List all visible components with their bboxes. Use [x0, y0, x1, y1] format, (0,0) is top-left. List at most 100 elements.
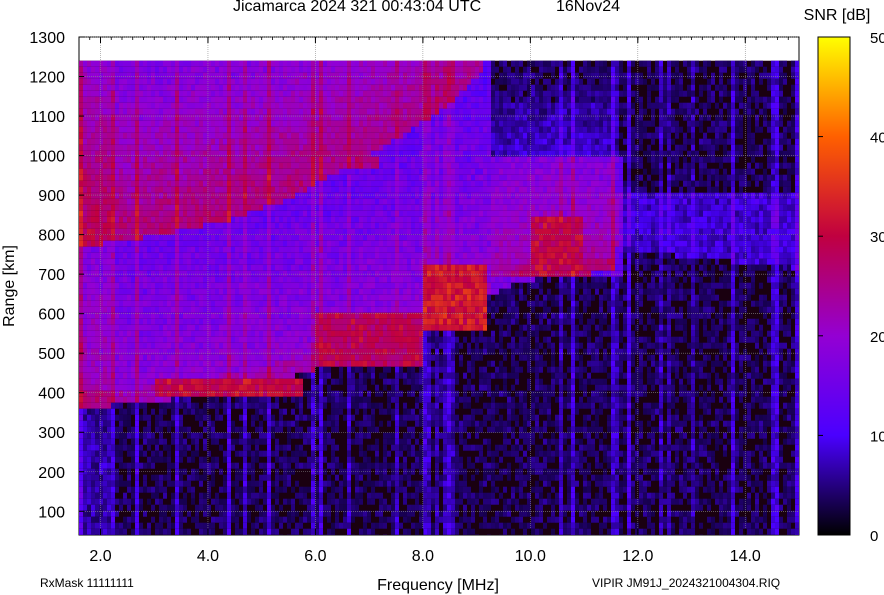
heatmap-cell [131, 354, 135, 361]
heatmap-cell [291, 132, 295, 139]
heatmap-cell [247, 444, 251, 451]
heatmap-cell [91, 336, 95, 343]
heatmap-cell [103, 282, 107, 289]
heatmap-cell [179, 336, 183, 343]
heatmap-cell [119, 294, 123, 301]
heatmap-cell [83, 324, 87, 331]
heatmap-cell [207, 138, 211, 145]
heatmap-cell [251, 456, 255, 463]
heatmap-cell [183, 480, 187, 487]
heatmap-cell [335, 264, 339, 271]
heatmap-cell [283, 378, 287, 385]
heatmap-cell [335, 498, 339, 505]
heatmap-cell [311, 336, 315, 343]
heatmap-cell [283, 384, 287, 391]
heatmap-cell [319, 192, 323, 199]
heatmap-cell [95, 228, 99, 235]
heatmap-cell [203, 108, 207, 115]
heatmap-cell [167, 420, 171, 427]
heatmap-cell [123, 210, 127, 217]
heatmap-cell [303, 528, 307, 535]
heatmap-cell [87, 282, 91, 289]
heatmap-cell [131, 276, 135, 283]
heatmap-cell [283, 282, 287, 289]
heatmap-cell [243, 306, 247, 313]
heatmap-cell [171, 402, 175, 409]
heatmap-cell [199, 126, 203, 133]
heatmap-cell [199, 114, 203, 121]
heatmap-cell [251, 180, 255, 187]
heatmap-cell [247, 234, 251, 241]
heatmap-cell [291, 306, 295, 313]
heatmap-cell [283, 132, 287, 139]
heatmap-cell [167, 198, 171, 205]
heatmap-cell [123, 348, 127, 355]
heatmap-cell [351, 234, 355, 241]
heatmap-cell [347, 114, 351, 121]
heatmap-cell [91, 288, 95, 295]
heatmap-cell [295, 426, 299, 433]
heatmap-cell [171, 240, 175, 247]
heatmap-cell [327, 96, 331, 103]
heatmap-cell [323, 288, 327, 295]
heatmap-cell [95, 474, 99, 481]
heatmap-cell [311, 486, 315, 493]
heatmap-cell [111, 270, 115, 277]
heatmap-cell [103, 198, 107, 205]
heatmap-cell [323, 198, 327, 205]
heatmap-cell [119, 132, 123, 139]
heatmap-cell [247, 438, 251, 445]
heatmap-cell [191, 210, 195, 217]
heatmap-cell [99, 84, 103, 91]
heatmap-cell [111, 162, 115, 169]
heatmap-cell [295, 78, 299, 85]
heatmap-cell [283, 324, 287, 331]
heatmap-cell [239, 282, 243, 289]
heatmap-cell [319, 252, 323, 259]
heatmap-cell [147, 426, 151, 433]
heatmap-cell [79, 288, 83, 295]
heatmap-cell [259, 168, 263, 175]
heatmap-cell [255, 222, 259, 229]
heatmap-cell [195, 186, 199, 193]
heatmap-cell [175, 516, 179, 523]
heatmap-cell [319, 342, 323, 349]
heatmap-cell [159, 96, 163, 103]
heatmap-cell [223, 282, 227, 289]
heatmap-cell [235, 84, 239, 91]
heatmap-cell [323, 126, 327, 133]
heatmap-cell [319, 408, 323, 415]
heatmap-cell [227, 144, 231, 151]
heatmap-cell [175, 420, 179, 427]
heatmap-cell [151, 126, 155, 133]
heatmap-cell [183, 198, 187, 205]
heatmap-cell [123, 204, 127, 211]
heatmap-cell [159, 258, 163, 265]
heatmap-cell [347, 372, 351, 379]
heatmap-cell [171, 132, 175, 139]
heatmap-cell [135, 270, 139, 277]
heatmap-cell [111, 60, 115, 67]
heatmap-cell [155, 348, 159, 355]
heatmap-cell [227, 240, 231, 247]
heatmap-cell [291, 294, 295, 301]
heatmap-cell [267, 228, 271, 235]
heatmap-cell [159, 354, 163, 361]
heatmap-cell [119, 84, 123, 91]
heatmap-cell [239, 132, 243, 139]
heatmap-cell [295, 282, 299, 289]
heatmap-cell [123, 354, 127, 361]
heatmap-cell [331, 204, 335, 211]
heatmap-cell [127, 402, 131, 409]
heatmap-cell [103, 480, 107, 487]
heatmap-cell [327, 324, 331, 331]
heatmap-cell [187, 300, 191, 307]
heatmap-cell [163, 324, 167, 331]
heatmap-cell [95, 324, 99, 331]
heatmap-cell [135, 180, 139, 187]
heatmap-cell [235, 378, 239, 385]
heatmap-cell [131, 102, 135, 109]
heatmap-cell [303, 366, 307, 373]
heatmap-cell [143, 486, 147, 493]
heatmap-cell [215, 336, 219, 343]
